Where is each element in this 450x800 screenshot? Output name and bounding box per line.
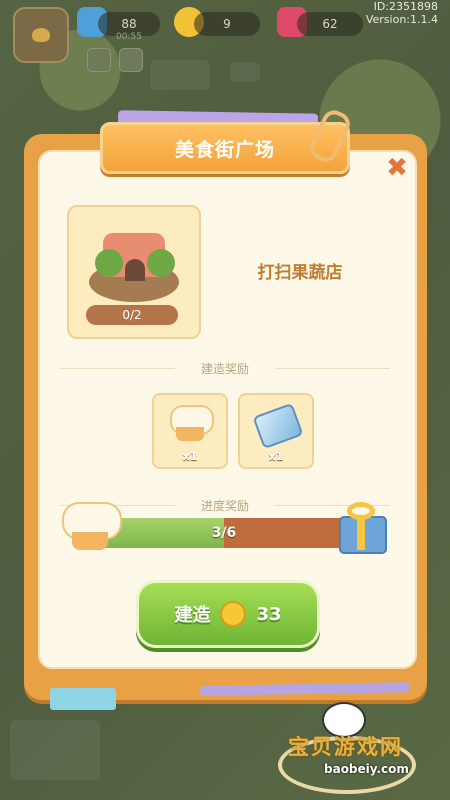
red-gem-counter: 62 — [297, 12, 363, 36]
building-door — [125, 259, 145, 281]
bush-icon — [147, 249, 175, 277]
player-id: ID:2351898 — [373, 0, 438, 13]
build-button[interactable]: 建造 33 — [136, 580, 320, 648]
dialog-title: 美食街广场 — [174, 138, 275, 161]
version-label: Version:1.1.4 — [365, 13, 438, 26]
gold-coin-icon — [220, 601, 247, 627]
reward-qty: x1 — [182, 450, 198, 463]
red-gem-value: 62 — [322, 17, 338, 31]
close-icon: ✖ — [386, 153, 408, 183]
reward-qty: x1 — [268, 450, 284, 463]
background-tile — [150, 60, 210, 90]
background-tile — [10, 720, 100, 780]
bird-icon — [32, 28, 50, 42]
building-progress: 0/2 — [86, 305, 178, 325]
chef-hat-icon — [168, 405, 214, 445]
reward-item-chef-hat[interactable]: x1 — [152, 393, 228, 469]
mail-icon[interactable] — [119, 48, 143, 72]
build-cost: 33 — [256, 603, 282, 625]
reward-item-ice-block[interactable]: x1 — [238, 393, 314, 469]
task-name: 打扫果蔬店 — [257, 263, 343, 283]
ice-block-icon — [252, 402, 304, 450]
background-tile — [230, 62, 260, 82]
watermark-logo: 宝贝游戏网 baobeiy.com — [258, 698, 438, 794]
progress-bar-text: 3/6 — [211, 525, 237, 541]
blue-gem-timer: 00:55 — [116, 32, 142, 42]
blue-gem-value: 88 — [121, 17, 137, 31]
gift-box-icon[interactable] — [335, 500, 387, 554]
player-avatar[interactable] — [13, 7, 69, 63]
settings-icon[interactable] — [87, 48, 111, 72]
build-button-label: 建造 — [174, 605, 211, 626]
build-reward-label: 建造奖励 — [200, 362, 249, 376]
watermark-url: baobeiy.com — [324, 762, 409, 776]
close-button[interactable]: ✖ — [384, 153, 410, 183]
bush-icon — [95, 249, 123, 277]
gold-coin-counter: 9 — [194, 12, 260, 36]
watermark-text: 宝贝游戏网 — [288, 735, 403, 759]
chef-hat-icon — [62, 502, 122, 554]
dialog-blue-tab — [50, 688, 116, 710]
gold-coin-value: 9 — [223, 17, 231, 31]
